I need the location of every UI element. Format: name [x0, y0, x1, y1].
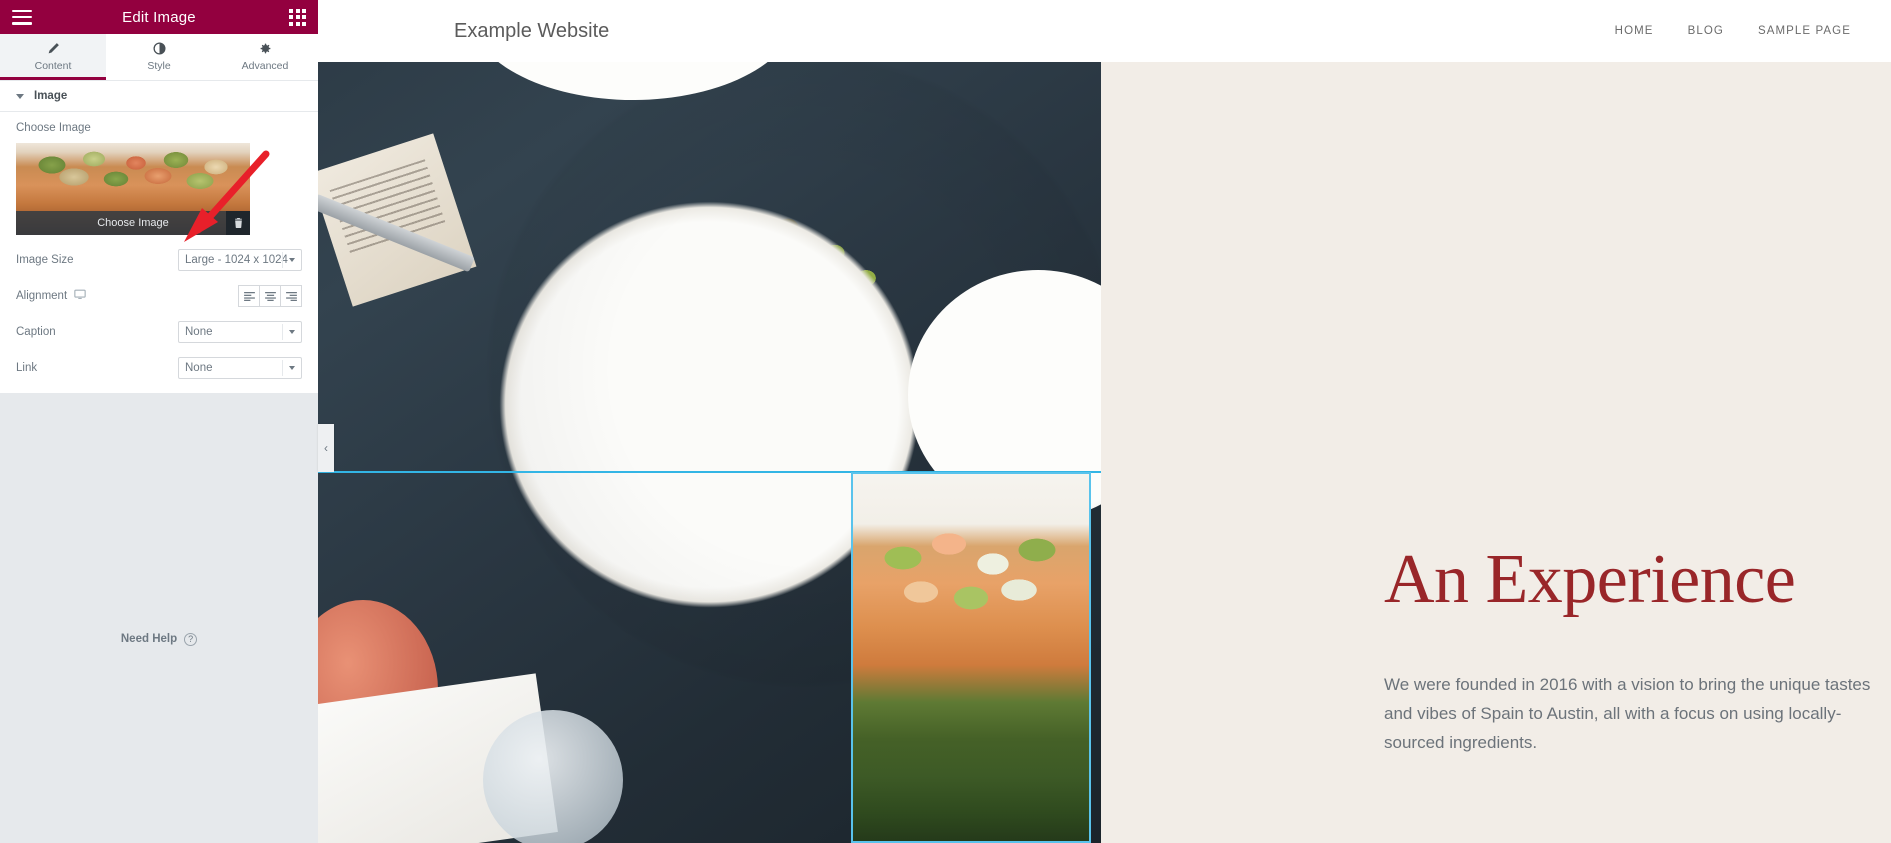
link-row: Link None [16, 357, 302, 379]
caret-down-icon [16, 93, 24, 99]
gear-icon [259, 42, 272, 57]
trash-icon[interactable] [226, 211, 250, 235]
alignment-row: Alignment [16, 285, 302, 307]
caption-select[interactable]: None [178, 321, 302, 343]
align-right-button[interactable] [280, 285, 302, 307]
image-thumbnail[interactable]: Choose Image [16, 143, 250, 235]
contrast-icon [152, 42, 166, 57]
pencil-icon [47, 42, 60, 57]
tab-content[interactable]: Content [0, 34, 106, 80]
align-left-button[interactable] [238, 285, 260, 307]
chevron-down-icon [289, 330, 295, 334]
choose-image-button[interactable]: Choose Image [16, 211, 250, 235]
panel-footer: Need Help ? [0, 393, 318, 843]
tab-style-label: Style [147, 60, 171, 72]
tab-advanced[interactable]: Advanced [212, 34, 318, 80]
align-center-button[interactable] [259, 285, 281, 307]
image-size-value: Large - 1024 x 1024 [185, 254, 288, 266]
caption-value: None [185, 326, 213, 338]
select-divider [282, 360, 283, 376]
nav-link-sample-page[interactable]: SAMPLE PAGE [1758, 25, 1851, 37]
panel-header: Edit Image [0, 0, 318, 34]
link-value: None [185, 362, 213, 374]
page-heading: An Experience [1384, 541, 1796, 618]
link-select[interactable]: None [178, 357, 302, 379]
select-divider [282, 324, 283, 340]
caption-row: Caption None [16, 321, 302, 343]
panel-tabs: Content Style Advanced [0, 34, 318, 81]
site-preview: An Experience We were founded in 2016 wi… [318, 0, 1891, 843]
image-widget-salmon[interactable] [851, 472, 1091, 843]
salmon-photo [851, 472, 1091, 843]
tab-advanced-label: Advanced [241, 60, 289, 72]
site-header: Example Website HOME BLOG SAMPLE PAGE [318, 0, 1891, 62]
content-column: An Experience We were founded in 2016 wi… [1101, 0, 1891, 843]
need-help-button[interactable]: Need Help ? [120, 435, 198, 843]
nav-link-blog[interactable]: BLOG [1688, 25, 1724, 37]
monitor-icon[interactable] [74, 289, 86, 303]
alignment-button-group [238, 285, 302, 307]
alignment-label-text: Alignment [16, 290, 68, 302]
chevron-down-icon [289, 258, 295, 262]
caption-label: Caption [16, 326, 56, 338]
nav-link-home[interactable]: HOME [1615, 25, 1654, 37]
tab-content-label: Content [34, 60, 72, 72]
link-label: Link [16, 362, 38, 374]
editor-panel: Edit Image Content Style Advanced Image … [0, 0, 318, 843]
tab-style[interactable]: Style [106, 34, 212, 80]
question-circle-icon: ? [184, 632, 198, 646]
water-glass-decor [483, 710, 623, 843]
site-nav: HOME BLOG SAMPLE PAGE [1615, 25, 1851, 37]
page-body-text: We were founded in 2016 with a vision to… [1384, 675, 1871, 753]
section-image-title: Image [34, 90, 68, 102]
hamburger-icon[interactable] [12, 9, 32, 25]
panel-body: Choose Image Choose Image Image Size Lar… [0, 112, 318, 393]
widget-selection-line [318, 471, 1101, 473]
alignment-label: Alignment [16, 289, 86, 303]
image-size-row: Image Size Large - 1024 x 1024 [16, 249, 302, 271]
image-size-label: Image Size [16, 254, 74, 266]
panel-collapse-handle[interactable]: ‹ [318, 424, 334, 472]
need-help-label: Need Help [120, 633, 178, 645]
image-size-select[interactable]: Large - 1024 x 1024 [178, 249, 302, 271]
grid-icon[interactable] [289, 8, 306, 26]
section-image-header[interactable]: Image [0, 81, 318, 112]
panel-title: Edit Image [122, 8, 196, 26]
choose-image-label: Choose Image [16, 122, 91, 134]
select-divider [282, 252, 283, 268]
site-title[interactable]: Example Website [454, 20, 609, 43]
chevron-down-icon [289, 366, 295, 370]
